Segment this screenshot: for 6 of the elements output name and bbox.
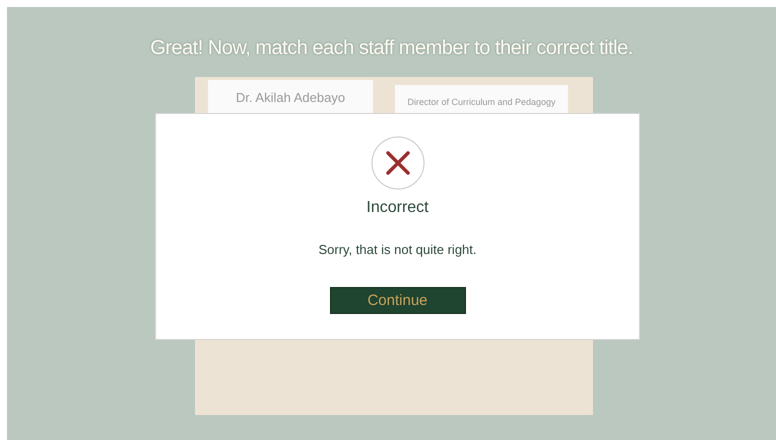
continue-button[interactable]: Continue: [330, 287, 466, 314]
name-card[interactable]: Dr. Akilah Adebayo: [208, 80, 373, 114]
instruction-heading: Great! Now, match each staff member to their correct title.: [150, 37, 633, 61]
dialog-message: Sorry, that is not quite right.: [318, 242, 476, 257]
error-icon: [370, 136, 424, 190]
dialog-heading: Incorrect: [366, 199, 429, 217]
